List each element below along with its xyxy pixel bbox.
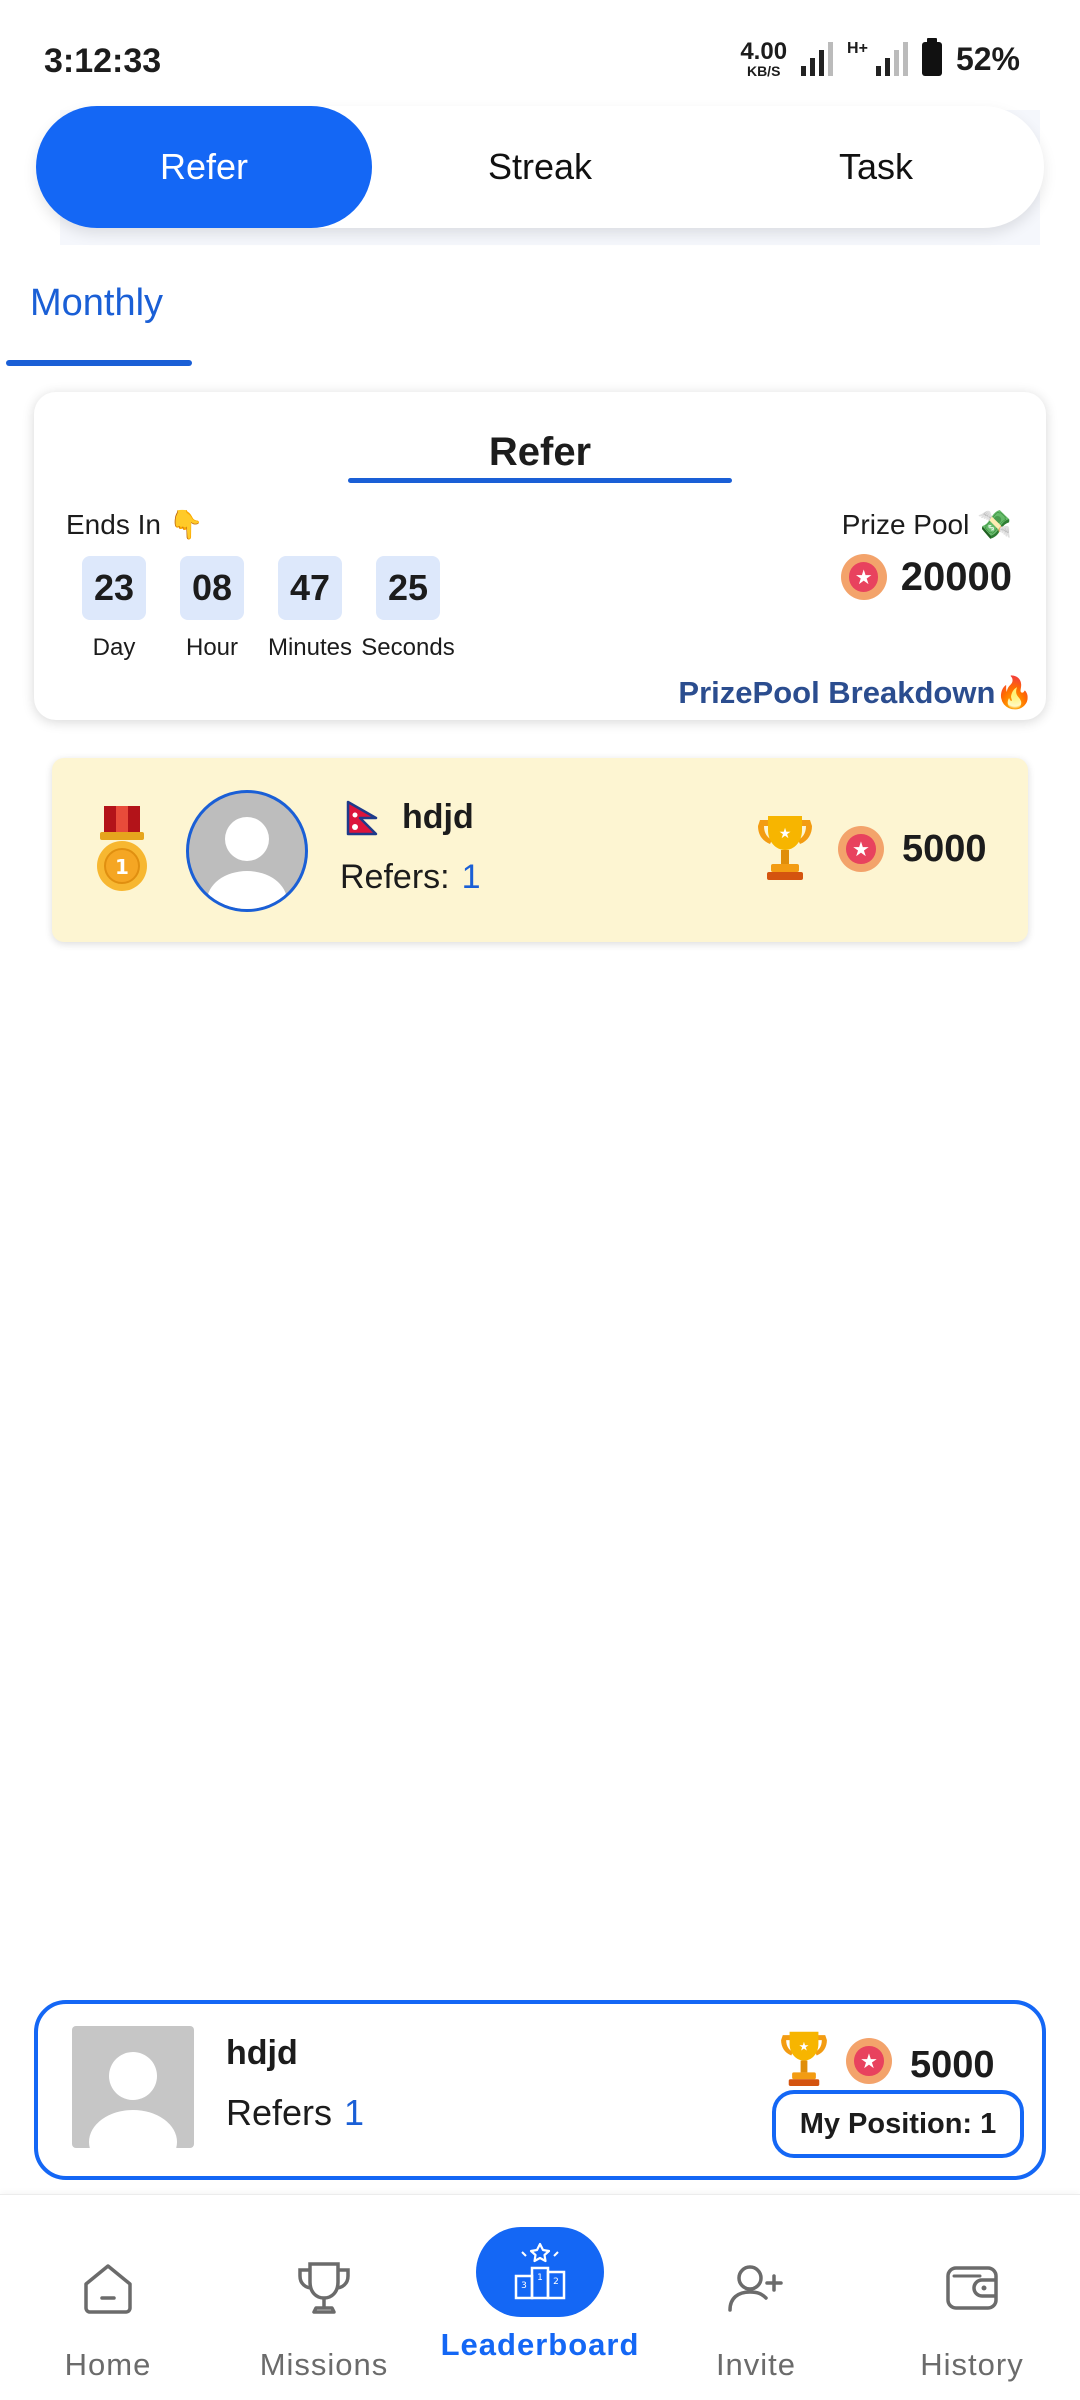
signal-2-icon bbox=[875, 42, 908, 76]
nav-home[interactable]: Home bbox=[0, 2195, 216, 2400]
nav-invite[interactable]: Invite bbox=[648, 2195, 864, 2400]
countdown-timer: 23 Day 08 Hour 47 Minutes 25 Seconds bbox=[82, 556, 455, 662]
row-points: 5000 bbox=[902, 828, 987, 870]
prizepool-breakdown-label: PrizePool Breakdown bbox=[678, 674, 996, 710]
svg-text:★: ★ bbox=[779, 826, 792, 842]
svg-text:1: 1 bbox=[115, 855, 129, 879]
card-title: Refer bbox=[488, 430, 592, 474]
row-refers: Refers: 1 bbox=[340, 858, 481, 897]
my-refers-label: Refers bbox=[226, 2092, 333, 2133]
trophy-icon: ★ bbox=[781, 2031, 827, 2086]
countdown-seconds: 25 Seconds bbox=[361, 556, 455, 662]
my-refers: Refers 1 bbox=[226, 2092, 364, 2134]
nav-label: Leaderboard bbox=[440, 2327, 640, 2362]
network-speed: 4.00 KB/S bbox=[740, 38, 788, 79]
trophy-icon: ★ bbox=[758, 816, 812, 880]
battery-percent: 52% bbox=[955, 40, 1020, 77]
nav-label: History bbox=[920, 2347, 1024, 2382]
home-icon bbox=[44, 2243, 172, 2333]
tab-task[interactable]: Task bbox=[708, 106, 1044, 228]
countdown-label: Day bbox=[92, 634, 136, 661]
countdown-minutes: 47 Minutes bbox=[268, 556, 352, 662]
leaderboard-type-tabs: Refer Streak Task bbox=[36, 106, 1044, 228]
coin-icon: ★ bbox=[840, 554, 887, 600]
podium-icon: 1 3 2 bbox=[476, 2227, 604, 2317]
card-title-underline bbox=[348, 478, 732, 483]
svg-text:1: 1 bbox=[537, 2273, 543, 2283]
countdown-label: Hour bbox=[185, 634, 239, 661]
nav-label: Home bbox=[64, 2347, 152, 2382]
network-speed-unit: KB/S bbox=[746, 63, 781, 79]
wallet-icon bbox=[908, 2243, 1036, 2333]
ends-in-label: Ends In 👇 bbox=[66, 509, 204, 540]
tab-monthly[interactable]: Monthly bbox=[30, 282, 163, 325]
countdown-value: 08 bbox=[180, 556, 244, 620]
nav-label: Invite bbox=[715, 2347, 797, 2382]
countdown-day: 23 Day bbox=[82, 556, 146, 662]
battery-icon bbox=[921, 38, 942, 76]
tab-refer[interactable]: Refer bbox=[36, 106, 372, 228]
prize-pool-value: 20000 bbox=[900, 554, 1012, 599]
tab-monthly-underline bbox=[6, 360, 192, 366]
app-screen: 3:12:33 4.00 KB/S H+ 52% Refer Streak Ta… bbox=[0, 0, 1080, 2400]
coin-icon: ★ bbox=[846, 2038, 892, 2084]
row-refers-count: 1 bbox=[461, 858, 481, 896]
gold-medal-icon: 1 bbox=[97, 806, 147, 891]
my-username: hdjd bbox=[226, 2034, 298, 2072]
my-position-badge: My Position: 1 bbox=[772, 2090, 1024, 2158]
nav-history[interactable]: History bbox=[864, 2195, 1080, 2400]
status-time: 3:12:33 bbox=[44, 42, 162, 80]
my-points: 5000 bbox=[910, 2044, 995, 2086]
bottom-navigation: Home Missions 1 3 2 Leaderboard Invite H… bbox=[0, 2194, 1080, 2400]
svg-text:2: 2 bbox=[553, 2277, 559, 2287]
nepal-flag-icon bbox=[346, 800, 378, 835]
nav-missions[interactable]: Missions bbox=[216, 2195, 432, 2400]
countdown-value: 25 bbox=[376, 556, 440, 620]
status-icons: 4.00 KB/S H+ 52% bbox=[740, 38, 1020, 79]
leaderboard-row[interactable]: 1 hdjd Refers: 1 ★ ★ 5000 bbox=[52, 758, 1028, 942]
prize-pool-label: Prize Pool 💸 bbox=[841, 509, 1012, 540]
coin-icon: ★ bbox=[838, 826, 884, 872]
prizepool-breakdown-link[interactable]: PrizePool Breakdown 🔥 bbox=[678, 674, 1034, 711]
add-user-icon bbox=[692, 2243, 820, 2333]
svg-text:★: ★ bbox=[799, 2039, 810, 2053]
my-avatar bbox=[72, 2026, 194, 2148]
refer-info-card: Refer Ends In 👇 Prize Pool 💸 23 Day 08 H… bbox=[34, 392, 1046, 720]
status-bar: 3:12:33 4.00 KB/S H+ 52% bbox=[0, 0, 1080, 110]
countdown-value: 47 bbox=[278, 556, 342, 620]
network-type: H+ bbox=[847, 40, 868, 57]
trophy-outline-icon bbox=[260, 2243, 388, 2333]
svg-text:3: 3 bbox=[521, 2281, 527, 2291]
nav-leaderboard[interactable]: 1 3 2 Leaderboard bbox=[432, 2195, 648, 2400]
countdown-hour: 08 Hour bbox=[180, 556, 244, 662]
countdown-label: Minutes bbox=[267, 634, 353, 661]
network-speed-value: 4.00 bbox=[740, 38, 788, 65]
countdown-label: Seconds bbox=[361, 634, 455, 661]
nav-label: Missions bbox=[259, 2347, 389, 2382]
tab-streak[interactable]: Streak bbox=[372, 106, 708, 228]
my-refers-count: 1 bbox=[344, 2092, 365, 2133]
my-position-card[interactable]: hdjd Refers 1 ★ ★ 5000 My Position: 1 bbox=[34, 2000, 1046, 2180]
countdown-value: 23 bbox=[82, 556, 146, 620]
avatar bbox=[186, 790, 308, 912]
signal-icon bbox=[801, 42, 834, 76]
prize-pool-amount: ★ 20000 bbox=[840, 554, 1012, 600]
row-username: hdjd bbox=[402, 798, 474, 836]
row-refers-label: Refers: bbox=[340, 858, 450, 896]
fire-icon: 🔥 bbox=[995, 675, 1034, 710]
row-user: hdjd bbox=[346, 798, 474, 837]
